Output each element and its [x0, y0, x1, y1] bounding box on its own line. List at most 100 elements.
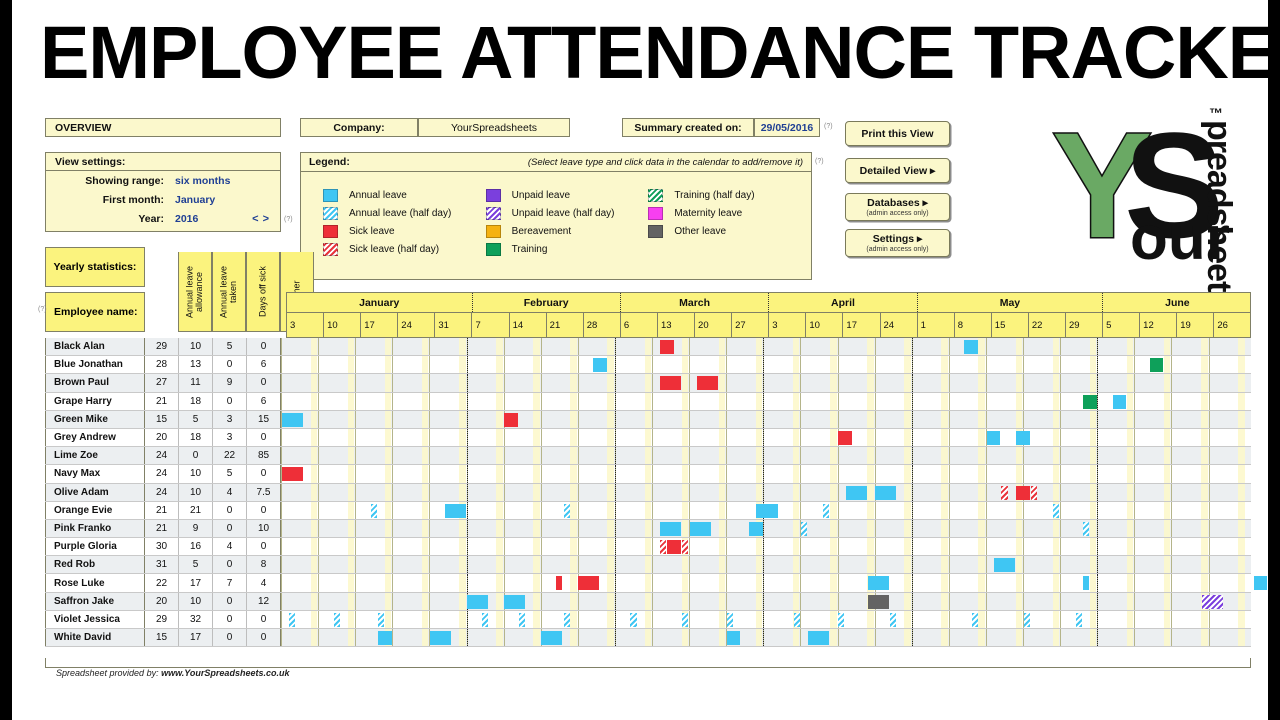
calendar-row[interactable] — [281, 338, 1251, 356]
leave-mark-annual-half[interactable] — [481, 612, 489, 627]
legend-item[interactable]: Bereavement — [485, 222, 649, 240]
leave-mark-annual-half[interactable] — [378, 612, 385, 627]
print-this-view-button[interactable]: Print this View — [845, 121, 950, 146]
legend-help-icon[interactable]: (?) — [815, 158, 824, 165]
calendar-row[interactable] — [281, 519, 1251, 538]
leave-mark-annual[interactable] — [875, 485, 897, 500]
leave-mark-annual-half[interactable] — [971, 612, 978, 627]
leave-mark-annual[interactable] — [726, 631, 741, 645]
leave-mark-annual[interactable] — [964, 340, 978, 354]
leave-mark-annual-half[interactable] — [370, 503, 377, 518]
leave-mark-unpaid-half[interactable] — [1201, 594, 1223, 609]
leave-mark-sick[interactable] — [556, 576, 563, 591]
leave-mark-annual[interactable] — [1016, 430, 1030, 445]
leave-mark-annual-half[interactable] — [333, 612, 340, 627]
leave-mark-annual-half[interactable] — [838, 612, 845, 627]
calendar-row[interactable] — [281, 356, 1251, 374]
summary-help-icon[interactable]: (?) — [824, 123, 833, 130]
leave-mark-annual-half[interactable] — [793, 612, 800, 627]
leave-mark-training[interactable] — [1149, 358, 1164, 373]
leave-mark-annual[interactable] — [504, 594, 526, 609]
leave-mark-sick-half[interactable] — [1031, 485, 1038, 500]
leave-mark-annual-half[interactable] — [726, 612, 734, 627]
company-value-cell[interactable]: YourSpreadsheets — [418, 118, 570, 137]
leave-mark-sick-half[interactable] — [682, 540, 689, 555]
legend-swatch-icon[interactable] — [648, 224, 664, 238]
leave-mark-annual[interactable] — [993, 558, 1015, 573]
leave-mark-annual-half[interactable] — [1082, 521, 1090, 536]
leave-mark-sick[interactable] — [660, 376, 682, 391]
legend-swatch-icon[interactable] — [485, 206, 501, 220]
leave-mark-annual-half[interactable] — [1075, 612, 1082, 627]
calendar-row[interactable] — [281, 374, 1251, 392]
calendar-row[interactable] — [281, 410, 1251, 428]
calendar-row[interactable] — [281, 610, 1251, 628]
leave-mark-sick[interactable] — [281, 467, 303, 482]
legend-item[interactable]: Sick leave — [323, 222, 486, 240]
calendar-row[interactable] — [281, 538, 1251, 556]
leave-mark-annual[interactable] — [867, 576, 889, 591]
calendar-row[interactable] — [281, 574, 1268, 592]
leave-mark-annual[interactable] — [660, 521, 682, 536]
settings-button[interactable]: Settings ▸ (admin access only) — [845, 229, 950, 257]
leave-mark-annual[interactable] — [845, 485, 867, 500]
leave-mark-annual[interactable] — [378, 631, 392, 645]
legend-item[interactable]: Annual leave (half day) — [323, 204, 486, 222]
legend-swatch-icon[interactable] — [648, 188, 664, 202]
leave-mark-annual-half[interactable] — [519, 612, 526, 627]
leave-mark-annual[interactable] — [808, 631, 830, 645]
leave-mark-annual-half[interactable] — [630, 612, 637, 627]
leave-mark-sick[interactable] — [667, 540, 682, 555]
leave-mark-training[interactable] — [1082, 394, 1097, 409]
leave-mark-annual-half[interactable] — [801, 521, 808, 536]
legend-item[interactable]: Training — [485, 240, 649, 258]
leave-mark-annual[interactable] — [986, 430, 1001, 445]
legend-item[interactable]: Training (half day) — [648, 186, 811, 204]
leave-mark-sick[interactable] — [504, 412, 518, 427]
leave-mark-sick[interactable] — [1016, 485, 1030, 500]
detailed-view-button[interactable]: Detailed View ▸ — [845, 158, 950, 183]
calendar-row[interactable] — [281, 447, 1251, 465]
leave-mark-annual[interactable] — [1253, 576, 1268, 591]
leave-mark-annual-half[interactable] — [563, 503, 570, 518]
leave-mark-annual[interactable] — [1082, 576, 1090, 591]
calendar-row[interactable] — [281, 392, 1251, 410]
leave-mark-annual[interactable] — [1112, 394, 1127, 409]
legend-item[interactable]: Unpaid leave — [485, 186, 649, 204]
leave-mark-sick[interactable] — [578, 576, 600, 591]
leave-mark-other[interactable] — [867, 594, 889, 609]
leave-mark-annual[interactable] — [749, 521, 763, 536]
calendar-row[interactable] — [281, 483, 1251, 501]
leave-mark-annual[interactable] — [467, 594, 489, 609]
leave-mark-sick-half[interactable] — [660, 540, 667, 555]
calendar-row[interactable] — [281, 592, 1251, 610]
leave-mark-annual[interactable] — [593, 358, 607, 373]
leave-mark-annual[interactable] — [689, 521, 711, 536]
leave-mark-annual-half[interactable] — [1023, 612, 1030, 627]
calendar-row[interactable] — [281, 556, 1251, 574]
calendar-row[interactable] — [281, 428, 1251, 447]
legend-item[interactable]: Annual leave — [323, 186, 486, 204]
leave-mark-annual[interactable] — [444, 503, 466, 518]
leave-mark-annual[interactable] — [430, 631, 452, 645]
calendar-row[interactable] — [281, 629, 1251, 647]
legend-swatch-icon[interactable] — [648, 206, 664, 220]
leave-mark-annual[interactable] — [281, 412, 303, 427]
statistics-help-icon[interactable]: (?) — [38, 306, 47, 313]
calendar-row[interactable] — [281, 465, 1251, 483]
leave-mark-annual-half[interactable] — [823, 503, 830, 518]
leave-mark-annual[interactable] — [541, 631, 563, 645]
databases-button[interactable]: Databases ▸ (admin access only) — [845, 193, 950, 221]
leave-mark-annual-half[interactable] — [289, 612, 296, 627]
legend-swatch-icon[interactable] — [485, 188, 501, 202]
leave-mark-annual[interactable] — [756, 503, 778, 518]
legend-swatch-icon[interactable] — [485, 242, 501, 256]
legend-item[interactable]: Maternity leave — [648, 204, 811, 222]
footer-link[interactable]: www.YourSpreadsheets.co.uk — [161, 668, 289, 678]
leave-mark-annual-half[interactable] — [890, 612, 897, 627]
leave-mark-sick[interactable] — [697, 376, 719, 391]
legend-swatch-icon[interactable] — [485, 224, 501, 238]
leave-mark-sick[interactable] — [838, 430, 852, 445]
leave-mark-annual-half[interactable] — [1053, 503, 1060, 518]
legend-item[interactable]: Sick leave (half day) — [323, 240, 486, 258]
